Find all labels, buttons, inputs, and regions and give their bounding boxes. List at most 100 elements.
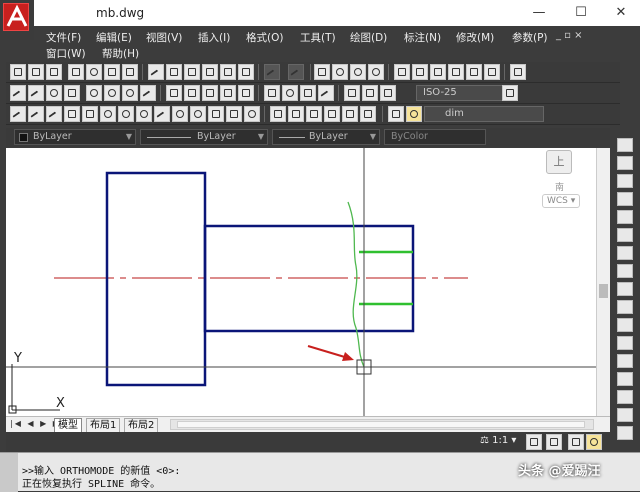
menu-window[interactable]: 窗口(W) xyxy=(46,46,86,61)
jogged-linear-icon[interactable] xyxy=(318,85,334,102)
menu-draw[interactable]: 绘图(D) xyxy=(350,30,387,45)
pan-icon[interactable] xyxy=(314,64,330,80)
insert-block-icon[interactable] xyxy=(208,106,224,122)
tool-palettes-icon[interactable] xyxy=(430,64,446,80)
menu-view[interactable]: 视图(V) xyxy=(146,30,182,45)
blend-icon[interactable] xyxy=(617,408,633,422)
maximize-button[interactable]: ☐ xyxy=(570,4,592,22)
dim-update-icon[interactable] xyxy=(380,85,396,101)
diameter-icon[interactable] xyxy=(122,85,138,101)
polyline-icon[interactable] xyxy=(46,106,62,123)
cut-icon[interactable] xyxy=(148,64,164,81)
paste-icon[interactable] xyxy=(184,64,200,80)
point-icon[interactable] xyxy=(244,106,260,122)
move-icon[interactable] xyxy=(617,228,633,242)
match-properties-icon[interactable] xyxy=(220,64,236,80)
workspace-icon[interactable] xyxy=(568,434,584,450)
menu-modify[interactable]: 修改(M) xyxy=(456,30,494,45)
tab-model[interactable]: 模型 xyxy=(54,418,82,432)
publish-icon[interactable] xyxy=(104,64,120,80)
layer-select[interactable]: dim xyxy=(424,106,544,122)
xline-icon[interactable] xyxy=(28,106,44,123)
zoom-realtime-icon[interactable] xyxy=(332,64,348,80)
mirror-icon[interactable] xyxy=(617,174,633,188)
annotation-visibility-icon[interactable] xyxy=(526,434,542,450)
auto-scale-icon[interactable] xyxy=(546,434,562,450)
mtext-icon[interactable] xyxy=(342,106,358,122)
layer-on-icon[interactable] xyxy=(406,106,422,122)
polygon-icon[interactable] xyxy=(64,106,80,122)
calculator-icon[interactable] xyxy=(484,64,500,80)
plot-icon[interactable] xyxy=(68,64,84,80)
viewcube[interactable]: 北 上 南 WCS ▾ xyxy=(528,148,590,214)
extend-icon[interactable] xyxy=(617,318,633,332)
lock-ui-icon[interactable] xyxy=(586,434,602,450)
menu-dimension[interactable]: 标注(N) xyxy=(404,30,441,45)
add-selected-icon[interactable] xyxy=(360,106,376,122)
continue-icon[interactable] xyxy=(202,85,218,101)
undo-icon[interactable] xyxy=(264,64,280,81)
color-select[interactable]: ByLayer ▼ xyxy=(14,129,136,145)
angular-icon[interactable] xyxy=(140,85,156,102)
document-window-controls[interactable]: _ ▫ × xyxy=(556,30,638,44)
copy-icon[interactable] xyxy=(166,64,182,80)
fillet-icon[interactable] xyxy=(617,390,633,404)
viewcube-top-face[interactable]: 上 xyxy=(546,150,572,174)
spline-icon[interactable] xyxy=(154,106,170,123)
3d-print-icon[interactable] xyxy=(122,64,138,80)
tolerance-icon[interactable] xyxy=(264,85,280,101)
quick-dim-icon[interactable] xyxy=(166,85,182,101)
layer-properties-icon[interactable] xyxy=(388,106,404,122)
dimstyle-select[interactable]: ISO-25 xyxy=(416,85,504,101)
rectangle-icon[interactable] xyxy=(82,106,98,122)
break-icon[interactable] xyxy=(617,336,633,350)
plotstyle-select[interactable]: ByColor xyxy=(384,129,486,145)
properties-icon[interactable] xyxy=(394,64,410,80)
stretch-icon[interactable] xyxy=(617,282,633,296)
zoom-previous-icon[interactable] xyxy=(368,64,384,80)
table-icon[interactable] xyxy=(324,106,340,122)
save-icon[interactable] xyxy=(46,64,62,80)
rotate-icon[interactable] xyxy=(617,246,633,260)
annotation-scale[interactable]: ⚖ 1:1 ▾ xyxy=(480,435,516,446)
preview-icon[interactable] xyxy=(86,64,102,80)
erase-icon[interactable] xyxy=(617,138,633,152)
baseline-icon[interactable] xyxy=(184,85,200,101)
paste-block-icon[interactable] xyxy=(202,64,218,80)
dim-text-edit-icon[interactable] xyxy=(362,85,378,101)
region-icon[interactable] xyxy=(306,106,322,122)
sheet-set-icon[interactable] xyxy=(448,64,464,80)
dim-style-manager-icon[interactable] xyxy=(502,85,518,101)
menu-file[interactable]: 文件(F) xyxy=(46,30,81,45)
radius-icon[interactable] xyxy=(86,85,102,101)
ordinate-icon[interactable] xyxy=(64,85,80,101)
scale-icon[interactable] xyxy=(617,264,633,278)
join-icon[interactable] xyxy=(617,354,633,368)
command-window-grip[interactable] xyxy=(0,453,18,492)
tab-layout1[interactable]: 布局1 xyxy=(86,418,121,432)
lineweight-select[interactable]: ByLayer ▼ xyxy=(272,129,380,145)
redo-icon[interactable] xyxy=(288,64,304,81)
jogged-icon[interactable] xyxy=(104,85,120,101)
menu-edit[interactable]: 编辑(E) xyxy=(96,30,132,45)
ellipse-icon[interactable] xyxy=(172,106,188,122)
new-icon[interactable] xyxy=(10,64,26,80)
menu-parameters[interactable]: 参数(P) xyxy=(512,30,548,45)
zoom-window-icon[interactable] xyxy=(350,64,366,80)
trim-icon[interactable] xyxy=(617,300,633,314)
explode-icon[interactable] xyxy=(617,426,633,440)
circle-icon[interactable] xyxy=(118,106,134,122)
linear-dim-icon[interactable] xyxy=(10,85,26,102)
minimize-button[interactable]: — xyxy=(528,4,550,22)
copy-object-icon[interactable] xyxy=(617,156,633,170)
block-editor-icon[interactable] xyxy=(238,64,254,80)
hatch-icon[interactable] xyxy=(270,106,286,122)
dim-edit-icon[interactable] xyxy=(344,85,360,101)
center-mark-icon[interactable] xyxy=(282,85,298,101)
application-menu-button[interactable] xyxy=(0,0,34,40)
linetype-select[interactable]: ByLayer ▼ xyxy=(140,129,268,145)
menu-format[interactable]: 格式(O) xyxy=(246,30,283,45)
open-icon[interactable] xyxy=(28,64,44,80)
arc-icon[interactable] xyxy=(100,106,116,122)
arc-length-icon[interactable] xyxy=(46,85,62,101)
